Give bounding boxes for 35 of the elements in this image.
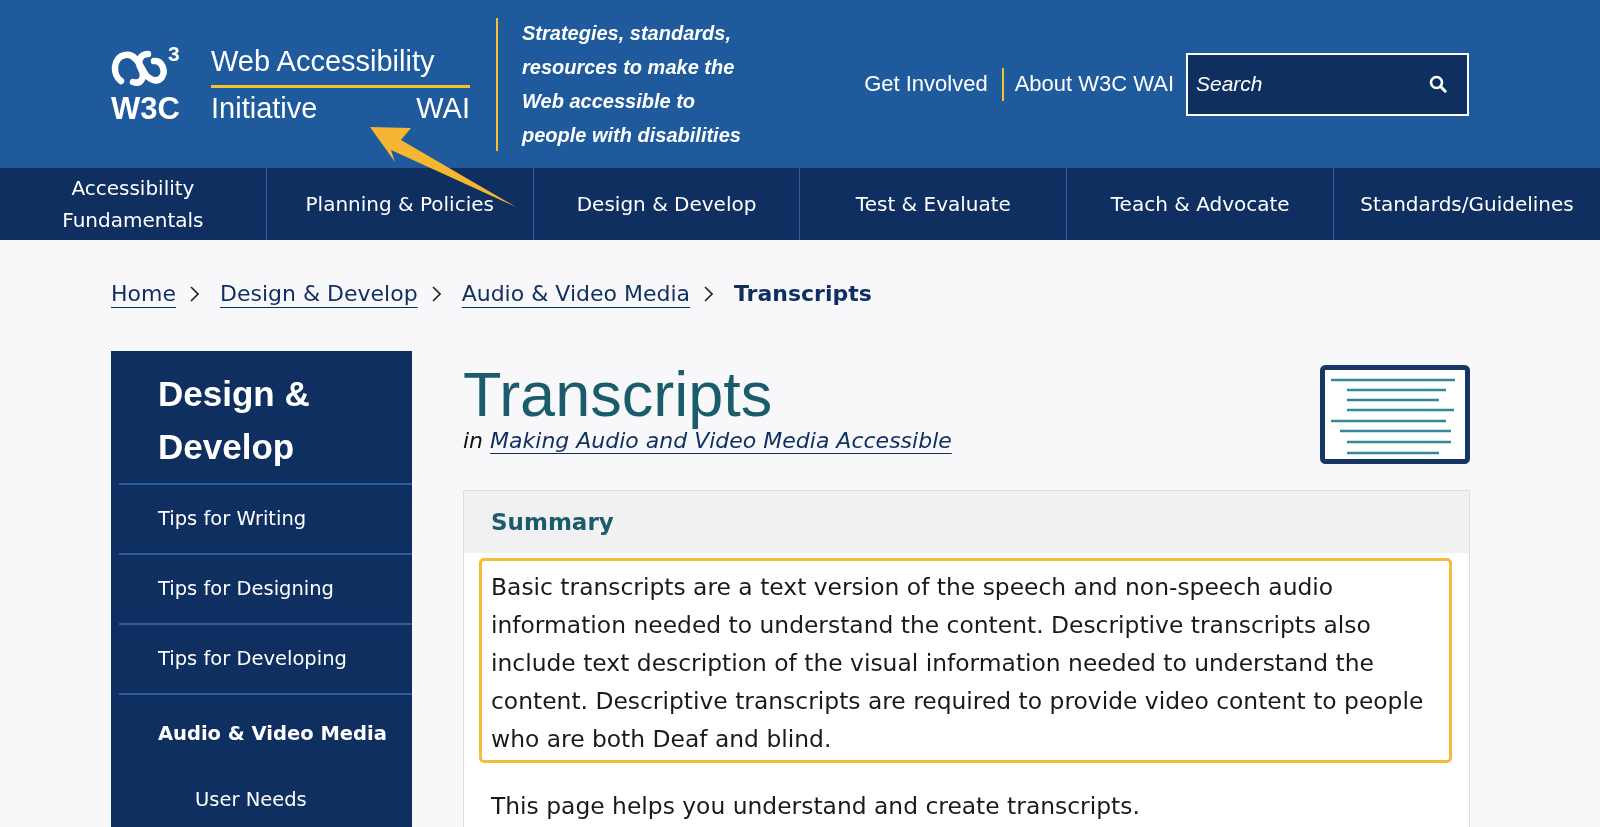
header-link[interactable]: Get Involved (864, 71, 988, 97)
nav-link[interactable]: Test & Evaluate (855, 188, 1011, 220)
sidebar-link[interactable]: Audio & Video Media (158, 721, 387, 747)
search-field[interactable]: Search (1186, 52, 1469, 116)
summary-heading: Summary (491, 508, 614, 537)
logo-loops-icon (111, 48, 167, 87)
nav-link[interactable]: Standards/Guidelines (1360, 188, 1574, 220)
sidebar-link[interactable]: Tips for Writing (158, 506, 307, 532)
chevron-right-icon (431, 286, 441, 302)
sidebar-link[interactable]: User Needs (195, 787, 307, 813)
nav-link[interactable]: Teach & Advocate (1110, 188, 1290, 220)
nav-link[interactable]: Design & Develop (576, 188, 757, 220)
header-link[interactable]: About W3C WAI (1014, 71, 1174, 97)
logo-mark-text: W3C (111, 92, 180, 124)
breadcrumb-link[interactable]: Audio & Video Media (461, 279, 691, 309)
breadcrumb-link[interactable]: Design & Develop (219, 279, 418, 309)
chevron-right-icon (704, 286, 714, 302)
logo-title: Initiative (211, 90, 318, 125)
sidebar-link[interactable]: Tips for Developing (158, 646, 347, 672)
sidebar-link[interactable]: Tips for Designing (158, 576, 334, 602)
breadcrumb-link[interactable]: Home (111, 279, 176, 309)
tagline: Strategies, standards, resources to make the Web accessible to people with disabilities (522, 21, 742, 148)
chevron-right-icon (189, 286, 199, 302)
sidebar-heading: Design & Develop (157, 373, 311, 468)
context-label: in (463, 428, 484, 455)
document-lines-icon (1320, 365, 1470, 464)
nav-link[interactable]: Accessibility Fundamentals (16, 172, 250, 236)
search-icon[interactable] (1429, 74, 1447, 93)
highlighted-paragraph: Basic transcripts are a text version of the speech and non-speech audio information needed to understand the content. Descriptive transcripts also include text description of the visual information needed to understand the content. Descriptive transcripts are required to provide video content to people who are both Deaf and blind. (479, 558, 1452, 763)
summary-paragraph: This page helps you understand and create transcripts. (490, 791, 1141, 822)
logo-title: Web Accessibility (211, 43, 435, 78)
nav-link[interactable]: Planning & Policies (305, 188, 494, 220)
logo-acronym: WAI (416, 90, 470, 125)
breadcrumb-current: Transcripts (734, 280, 872, 308)
logo-superscript: 3 (168, 42, 180, 64)
